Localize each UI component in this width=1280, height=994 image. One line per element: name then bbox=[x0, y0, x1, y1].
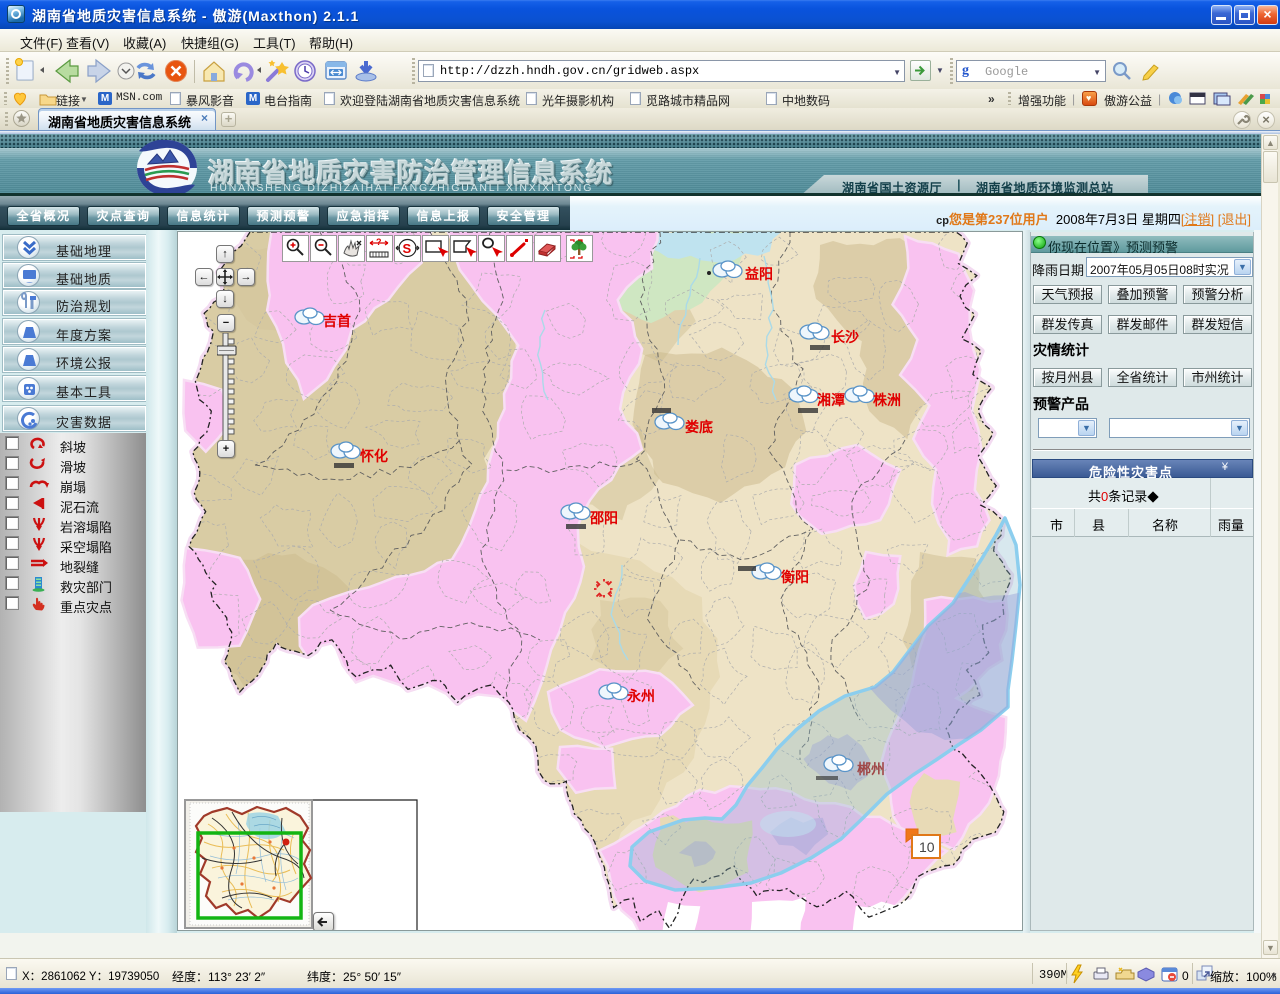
svg-text:0: 0 bbox=[1182, 969, 1189, 983]
svg-text:?: ? bbox=[376, 237, 382, 247]
svg-text:S: S bbox=[403, 241, 412, 256]
svg-text:10: 10 bbox=[919, 839, 935, 855]
